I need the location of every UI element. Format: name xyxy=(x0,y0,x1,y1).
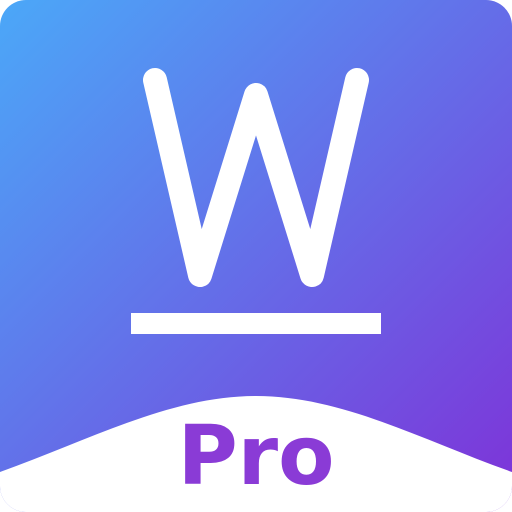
pro-badge-text: Pro xyxy=(178,409,335,504)
app-icon: Pro xyxy=(0,0,512,512)
app-icon-graphic: Pro xyxy=(0,0,512,512)
underline-bar xyxy=(131,313,381,334)
